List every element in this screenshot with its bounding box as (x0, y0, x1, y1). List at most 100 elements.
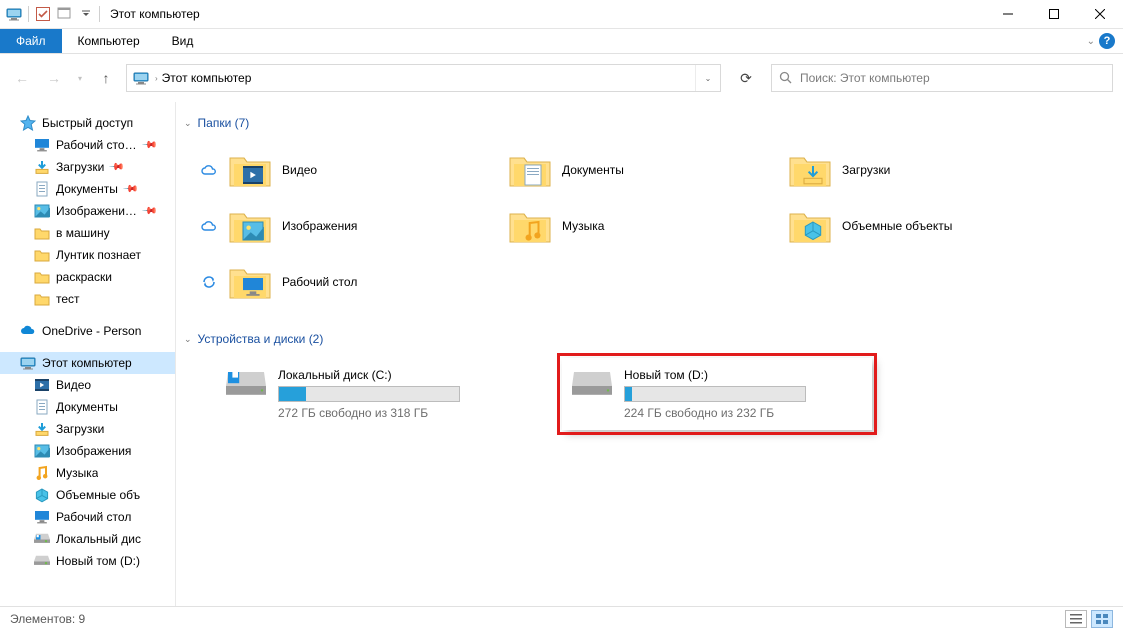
status-bar: Элементов: 9 (0, 606, 1123, 631)
close-button[interactable] (1077, 0, 1123, 28)
tree-label: тест (56, 292, 80, 306)
drive-usage-bar (278, 386, 460, 402)
tree-label: Документы (56, 400, 118, 414)
folder-tile[interactable]: Изображения (200, 198, 480, 254)
tree-label: Рабочий стол (56, 510, 131, 524)
tree-label: Рабочий сто… (56, 138, 137, 152)
tree-item[interactable]: Объемные объ (0, 484, 175, 506)
drive-tile[interactable]: Локальный диск (C:) 272 ГБ свободно из 3… (216, 358, 526, 430)
folder-tile[interactable]: Загрузки (760, 142, 1040, 198)
tree-item[interactable]: Рабочий стол (0, 506, 175, 528)
tab-file[interactable]: Файл (0, 29, 62, 53)
tree-label: Локальный дис (56, 532, 141, 546)
tree-label: Музыка (56, 466, 98, 480)
folder-label: Документы (562, 163, 624, 177)
qat-more-icon[interactable] (79, 10, 93, 18)
folder-tile[interactable]: Объемные объекты (760, 198, 1040, 254)
documents-icon (34, 399, 50, 415)
drive-tile[interactable]: Новый том (D:) 224 ГБ свободно из 232 ГБ (562, 358, 872, 430)
qat-divider-2 (99, 6, 100, 22)
forward-button[interactable]: → (42, 66, 66, 90)
tree-item[interactable]: Рабочий сто… 📌 (0, 134, 175, 156)
tree-item[interactable]: тест (0, 288, 175, 310)
tree-item[interactable]: Изображени… 📌 (0, 200, 175, 222)
address-dropdown[interactable]: ⌄ (695, 65, 720, 91)
collapse-icon: ⌄ (184, 118, 192, 129)
folder-tile[interactable]: Документы (480, 142, 760, 198)
window-title: Этот компьютер (106, 7, 200, 21)
tab-computer[interactable]: Компьютер (62, 29, 156, 53)
ribbon-tabs: Файл Компьютер Вид ⌄ ? (0, 29, 1123, 54)
folder-label: Видео (282, 163, 317, 177)
desktop-icon (34, 137, 50, 153)
help-button[interactable]: ? (1099, 33, 1115, 49)
videos-folder-icon (228, 150, 272, 190)
3d-icon (34, 487, 50, 503)
tree-quick-access[interactable]: Быстрый доступ (0, 112, 175, 134)
qat-properties-icon[interactable] (35, 6, 51, 22)
breadcrumb-label: Этот компьютер (162, 71, 252, 85)
tree-onedrive[interactable]: OneDrive - Person (0, 320, 175, 342)
tree-item[interactable]: Изображения (0, 440, 175, 462)
tree-label: раскраски (56, 270, 112, 284)
address-bar[interactable]: › Этот компьютер ⌄ (126, 64, 721, 92)
tree-label: Лунтик познает (56, 248, 141, 262)
minimize-button[interactable] (985, 0, 1031, 28)
tree-item[interactable]: раскраски (0, 266, 175, 288)
tree-item[interactable]: Документы (0, 396, 175, 418)
breadcrumb[interactable]: Этот компьютер (158, 65, 256, 91)
tree-item[interactable]: Видео (0, 374, 175, 396)
desktop-icon (34, 509, 50, 525)
tab-view[interactable]: Вид (156, 29, 210, 53)
folder-icon (34, 225, 50, 241)
3d-folder-icon (788, 206, 832, 246)
folder-label: Музыка (562, 219, 604, 233)
view-details-button[interactable] (1065, 610, 1087, 628)
maximize-button[interactable] (1031, 0, 1077, 28)
search-input[interactable]: Поиск: Этот компьютер (771, 64, 1113, 92)
sync-status-icon (200, 206, 218, 246)
content-area: ⌄ Папки (7) Видео Документы Загрузки Изо… (176, 102, 1123, 606)
pin-icon: 📌 (141, 137, 158, 154)
ribbon-expand-icon[interactable]: ⌄ (1087, 36, 1095, 47)
sync-status-icon (200, 262, 218, 302)
group-folders-header[interactable]: ⌄ Папки (7) (176, 110, 1123, 136)
tree-item[interactable]: Локальный дис (0, 528, 175, 550)
refresh-button[interactable]: ⟳ (729, 64, 763, 92)
view-tiles-button[interactable] (1091, 610, 1113, 628)
tree-item[interactable]: Загрузки (0, 418, 175, 440)
qat-dropdown-icon[interactable] (57, 6, 73, 22)
tree-label: Этот компьютер (42, 356, 132, 370)
folder-tile[interactable]: Видео (200, 142, 480, 198)
tree-this-pc[interactable]: Этот компьютер (0, 352, 175, 374)
folder-label: Рабочий стол (282, 275, 357, 289)
tree-item[interactable]: Новый том (D:) (0, 550, 175, 572)
pictures-icon (34, 203, 50, 219)
drive-free-text: 272 ГБ свободно из 318 ГБ (278, 406, 516, 420)
folder-tile[interactable]: Музыка (480, 198, 760, 254)
nav-toolbar: ← → ▾ ↑ › Этот компьютер ⌄ ⟳ Поиск: Этот… (0, 54, 1123, 102)
up-button[interactable]: ↑ (94, 66, 118, 90)
tree-item[interactable]: Документы 📌 (0, 178, 175, 200)
tree-label: Видео (56, 378, 91, 392)
tree-label: OneDrive - Person (42, 324, 141, 338)
tree-item[interactable]: Лунтик познает (0, 244, 175, 266)
collapse-icon: ⌄ (184, 334, 192, 345)
group-drives-header[interactable]: ⌄ Устройства и диски (2) (176, 326, 1123, 352)
tree-label: Загрузки (56, 160, 104, 174)
history-dropdown[interactable]: ▾ (74, 74, 86, 83)
drive-icon (572, 370, 612, 410)
tree-item[interactable]: Музыка (0, 462, 175, 484)
folder-tile[interactable]: Рабочий стол (200, 254, 480, 310)
sync-status-icon (760, 206, 778, 246)
address-pc-icon (127, 70, 155, 86)
tree-item[interactable]: в машину (0, 222, 175, 244)
drive-icon (34, 553, 50, 569)
back-button[interactable]: ← (10, 66, 34, 90)
pc-icon (20, 355, 36, 371)
folder-label: Загрузки (842, 163, 890, 177)
tree-item[interactable]: Загрузки 📌 (0, 156, 175, 178)
folder-label: Изображения (282, 219, 357, 233)
videos-icon (34, 377, 50, 393)
folder-icon (34, 269, 50, 285)
